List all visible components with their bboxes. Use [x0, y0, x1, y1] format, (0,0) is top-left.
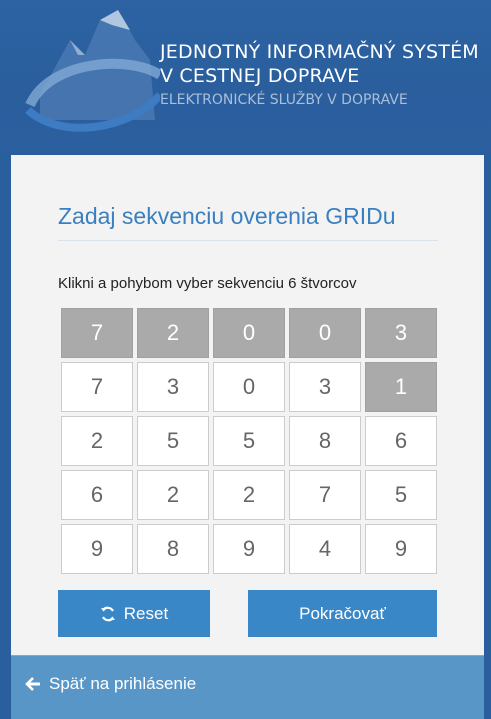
grid-cell[interactable]: 2 [61, 416, 133, 466]
grid-cell[interactable]: 0 [213, 308, 285, 358]
refresh-icon [100, 606, 115, 621]
grid-cell[interactable]: 6 [365, 416, 437, 466]
grid-cell[interactable]: 6 [61, 470, 133, 520]
continue-button[interactable]: Pokračovať [248, 590, 437, 637]
brand-line-2: V CESTNEJ DOPRAVE [160, 65, 360, 87]
grid-cell[interactable]: 4 [289, 524, 361, 574]
card-footer: Späť na prihlásenie [11, 655, 484, 719]
grid-cell[interactable]: 7 [61, 362, 133, 412]
back-label: Späť na prihlásenie [49, 674, 197, 693]
grid-cell[interactable]: 3 [365, 308, 437, 358]
grid-cell[interactable]: 2 [213, 470, 285, 520]
grid-cell[interactable]: 5 [365, 470, 437, 520]
site-header: JEDNOTNÝ INFORMAČNÝ SYSTÉM V CESTNEJ DOP… [0, 0, 491, 150]
instruction-text: Klikni a pohybom vyber sekvenciu 6 štvor… [58, 275, 357, 292]
grid-cell[interactable]: 3 [289, 362, 361, 412]
grid-matrix: 7200373031255866227598949 [61, 308, 437, 574]
brand-line-3: ELEKTRONICKÉ SLUŽBY V DOPRAVE [160, 92, 408, 108]
back-to-login-link[interactable]: Späť na prihlásenie [25, 674, 196, 694]
page-title: Zadaj sekvenciu overenia GRIDu [58, 203, 396, 229]
arrow-left-icon [25, 677, 40, 691]
grid-cell[interactable]: 8 [137, 524, 209, 574]
grid-cell[interactable]: 0 [289, 308, 361, 358]
grid-cell[interactable]: 7 [61, 308, 133, 358]
continue-label: Pokračovať [299, 603, 386, 623]
grid-cell[interactable]: 0 [213, 362, 285, 412]
brand-text: JEDNOTNÝ INFORMAČNÝ SYSTÉM V CESTNEJ DOP… [160, 40, 479, 110]
brand-line-1: JEDNOTNÝ INFORMAČNÝ SYSTÉM [160, 41, 479, 63]
reset-label: Reset [123, 603, 169, 623]
grid-cell[interactable]: 8 [289, 416, 361, 466]
title-divider [58, 240, 438, 241]
grid-cell[interactable]: 7 [289, 470, 361, 520]
grid-cell[interactable]: 3 [137, 362, 209, 412]
grid-cell[interactable]: 2 [137, 308, 209, 358]
grid-cell[interactable]: 5 [213, 416, 285, 466]
grid-cell[interactable]: 9 [365, 524, 437, 574]
reset-button[interactable]: Reset [58, 590, 210, 637]
grid-verification-card: Zadaj sekvenciu overenia GRIDu Klikni a … [11, 155, 484, 719]
grid-cell[interactable]: 5 [137, 416, 209, 466]
grid-cell[interactable]: 9 [61, 524, 133, 574]
grid-cell[interactable]: 9 [213, 524, 285, 574]
mountain-swoosh-logo-icon [25, 10, 160, 132]
grid-cell[interactable]: 2 [137, 470, 209, 520]
grid-cell[interactable]: 1 [365, 362, 437, 412]
